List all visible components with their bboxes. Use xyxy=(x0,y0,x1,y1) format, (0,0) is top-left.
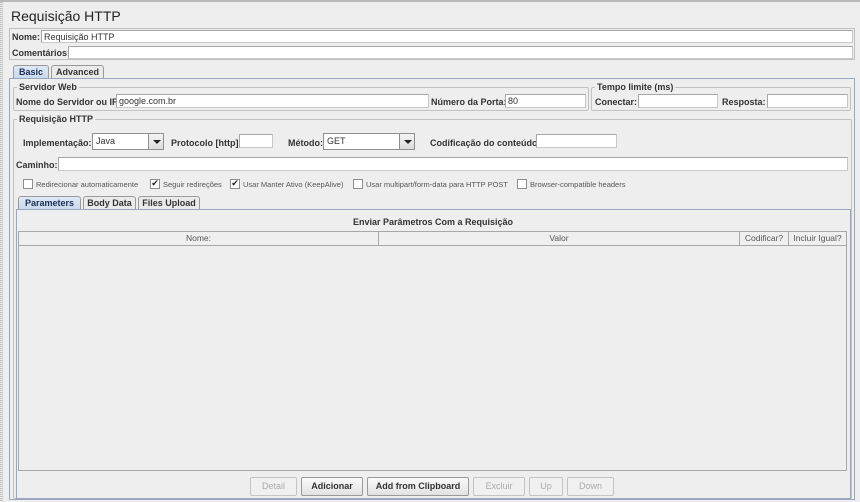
impl-label: Implementação: xyxy=(23,138,92,148)
server-label: Nome do Servidor ou IP: xyxy=(16,97,122,107)
encoding-label: Codificação do conteúdo: xyxy=(430,138,541,148)
params-table-title: Enviar Parâmetros Com a Requisição xyxy=(352,217,514,227)
up-button[interactable]: Up xyxy=(529,477,563,496)
detail-button[interactable]: Detail xyxy=(250,477,297,496)
encoding-input[interactable] xyxy=(536,134,617,148)
web-server-title: Servidor Web xyxy=(17,82,79,92)
impl-select[interactable]: Java xyxy=(92,133,164,150)
connect-label: Conectar: xyxy=(595,97,638,107)
tab-advanced[interactable]: Advanced xyxy=(51,65,104,79)
name-label: Nome: xyxy=(12,32,41,42)
tab-body-data[interactable]: Body Data xyxy=(83,196,136,210)
down-button[interactable]: Down xyxy=(567,477,614,496)
column-header-include-equals[interactable]: Incluir Igual? xyxy=(789,232,846,246)
http-request-title: Requisição HTTP xyxy=(17,114,96,124)
delete-button[interactable]: Excluir xyxy=(473,477,525,496)
auto-redirect-checkbox[interactable] xyxy=(23,179,33,189)
keepalive-label: Usar Manter Ativo (KeepAlive) xyxy=(243,180,344,189)
protocol-label: Protocolo [http]: xyxy=(171,138,242,148)
method-value: GET xyxy=(327,136,346,146)
tab-basic[interactable]: Basic xyxy=(13,65,49,79)
port-input[interactable] xyxy=(505,94,586,108)
port-label: Número da Porta: xyxy=(431,97,507,107)
path-label: Caminho: xyxy=(16,160,58,170)
auto-redirect-label: Redirecionar automaticamente xyxy=(36,180,139,189)
timeout-title: Tempo limite (ms) xyxy=(595,82,676,92)
path-input[interactable] xyxy=(58,157,848,171)
server-input[interactable] xyxy=(116,94,429,108)
tab-files-upload[interactable]: Files Upload xyxy=(138,196,200,210)
browser-headers-label: Browser-compatible headers xyxy=(530,180,626,189)
chevron-down-icon[interactable] xyxy=(399,134,414,149)
column-header-encode[interactable]: Codificar? xyxy=(740,232,789,246)
response-label: Resposta: xyxy=(722,97,766,107)
add-from-clipboard-button[interactable]: Add from Clipboard xyxy=(367,477,469,496)
follow-redirects-checkbox[interactable]: ✔ xyxy=(150,179,160,189)
page-title: Requisição HTTP xyxy=(11,8,121,24)
impl-value: Java xyxy=(96,136,116,146)
column-header-value[interactable]: Valor xyxy=(379,232,740,246)
connect-input[interactable] xyxy=(638,94,718,108)
tab-parameters[interactable]: Parameters xyxy=(18,196,81,210)
name-input[interactable] xyxy=(41,30,853,43)
comments-input[interactable] xyxy=(68,46,853,59)
browser-headers-checkbox[interactable] xyxy=(517,179,527,189)
params-table: Nome: Valor Codificar? Incluir Igual? xyxy=(18,231,847,471)
protocol-input[interactable] xyxy=(239,134,273,148)
multipart-checkbox[interactable] xyxy=(353,179,363,189)
response-input[interactable] xyxy=(767,94,848,108)
multipart-label: Usar multipart/form-data para HTTP POST xyxy=(366,180,508,189)
method-select[interactable]: GET xyxy=(323,133,415,150)
comments-label: Comentários: xyxy=(12,48,71,58)
window-edge xyxy=(0,0,3,502)
method-label: Método: xyxy=(288,138,323,148)
follow-redirects-label: Seguir redireções xyxy=(163,180,222,189)
column-header-name[interactable]: Nome: xyxy=(19,232,379,246)
top-border xyxy=(0,0,860,2)
chevron-down-icon[interactable] xyxy=(148,134,163,149)
keepalive-checkbox[interactable]: ✔ xyxy=(230,179,240,189)
add-button[interactable]: Adicionar xyxy=(301,477,363,496)
